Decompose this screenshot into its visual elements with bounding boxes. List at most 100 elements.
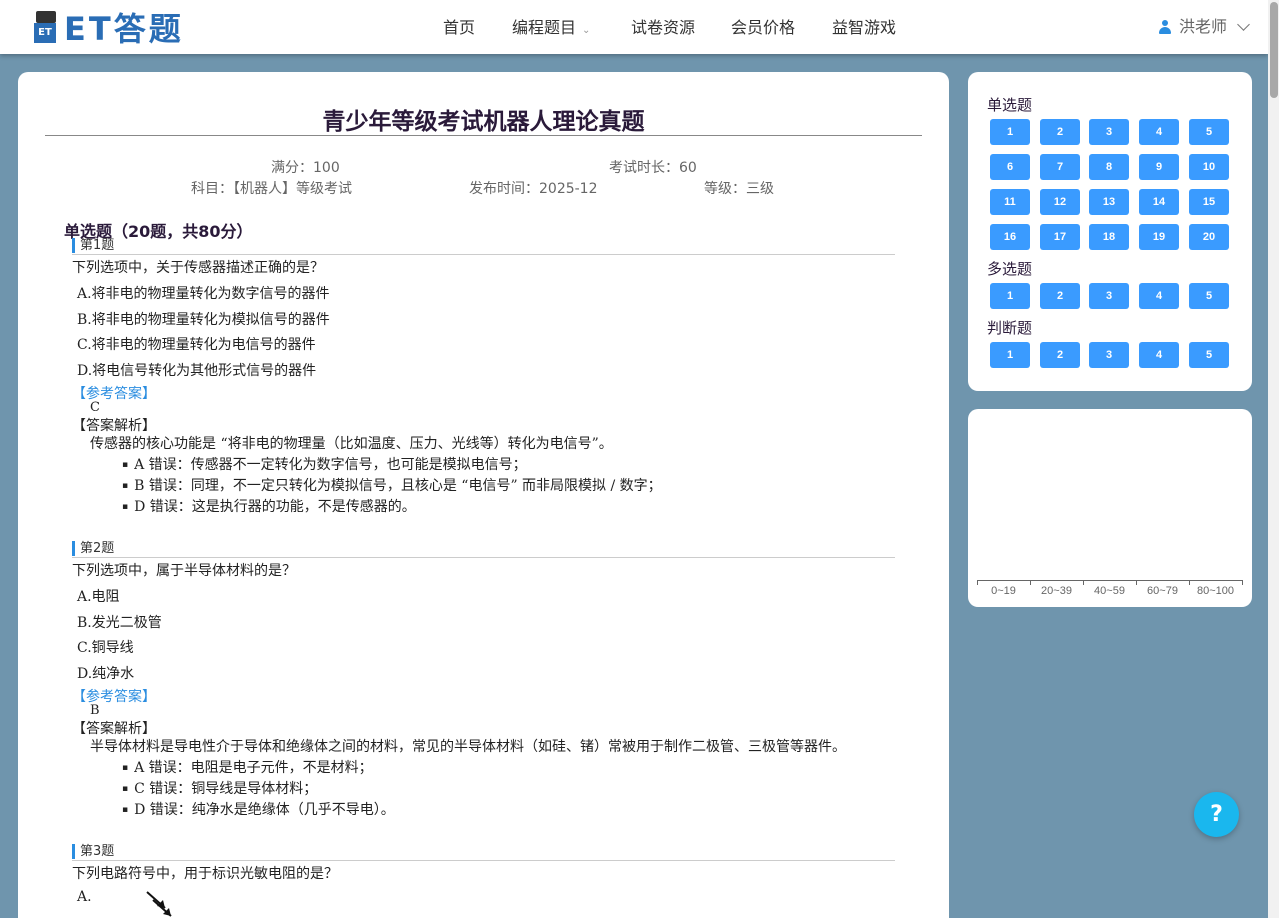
question-nav-button[interactable]: 7 xyxy=(1040,154,1080,180)
logo-text: ET答题 xyxy=(64,10,184,48)
photoresistor-symbol-icon xyxy=(146,891,172,917)
answer-value: C xyxy=(90,400,100,415)
question-nav-button[interactable]: 14 xyxy=(1139,189,1179,215)
question-nav-button[interactable]: 12 xyxy=(1040,189,1080,215)
answer-label: 【参考答案】 xyxy=(72,386,156,402)
x-axis xyxy=(977,580,1243,581)
top-navbar: ET ET答题 首页 编程题目 ⌄ 试卷资源 会员价格 益智游戏 洪老师 xyxy=(0,0,1268,54)
question-stem: 下列选项中，关于传感器描述正确的是？ xyxy=(72,260,324,276)
help-button[interactable]: ? xyxy=(1194,792,1239,837)
analysis-label: 【答案解析】 xyxy=(72,418,156,434)
option-d: D.将电信号转化为其他形式信号的器件 xyxy=(77,363,317,379)
nav-games[interactable]: 益智游戏 xyxy=(832,0,896,54)
question-nav-button[interactable]: 13 xyxy=(1089,189,1129,215)
question-nav-button[interactable]: 16 xyxy=(990,224,1030,250)
full-score: 满分：100 xyxy=(271,160,340,176)
scrollbar[interactable] xyxy=(1268,0,1279,918)
question-nav-button[interactable]: 5 xyxy=(1189,283,1229,309)
question-nav-button[interactable]: 19 xyxy=(1139,224,1179,250)
question-nav-button[interactable]: 5 xyxy=(1189,119,1229,145)
x-tick-label: 20~39 xyxy=(1041,585,1072,597)
question-nav-button[interactable]: 4 xyxy=(1139,342,1179,368)
nav-home[interactable]: 首页 xyxy=(443,0,475,54)
option-a: A.将非电的物理量转化为数字信号的器件 xyxy=(77,286,330,302)
group-label-judge: 判断题 xyxy=(987,319,1033,337)
question-nav-button[interactable]: 20 xyxy=(1189,224,1229,250)
question-nav-button[interactable]: 1 xyxy=(990,119,1030,145)
nav-papers[interactable]: 试卷资源 xyxy=(631,0,695,54)
question-label: 第2题 xyxy=(72,541,114,556)
question-navigator: 单选题 1 2 3 4 5 6 7 8 9 10 11 12 13 14 15 16 17 18 19 20 多选题 … xyxy=(968,72,1252,391)
question-divider xyxy=(72,860,895,861)
question-nav-button[interactable]: 1 xyxy=(990,283,1030,309)
nav-programming[interactable]: 编程题目 ⌄ xyxy=(512,0,590,54)
x-tick-label: 80~100 xyxy=(1196,585,1234,597)
question-nav-button[interactable]: 2 xyxy=(1040,119,1080,145)
page-title: 青少年等级考试机器人理论真题 xyxy=(322,109,645,135)
analysis-label: 【答案解析】 xyxy=(72,721,156,737)
analysis-point: C 错误：铜导线是导体材料； xyxy=(122,778,317,798)
option-a: A.电阻 xyxy=(77,589,120,605)
x-tick-label: 60~79 xyxy=(1147,585,1178,597)
score-chart-panel: 0~19 20~39 40~59 60~79 80~100 xyxy=(968,409,1252,607)
analysis-point: A 错误：电阻是电子元件，不是材料； xyxy=(122,757,373,777)
group-label-single: 单选题 xyxy=(987,96,1033,114)
question-nav-button[interactable]: 9 xyxy=(1139,154,1179,180)
analysis-point: B 错误：同理，不一定只转化为模拟信号，且核心是 “电信号” 而非局限模拟 / … xyxy=(122,475,662,495)
user-icon xyxy=(1158,20,1172,34)
option-d: D.纯净水 xyxy=(77,666,135,682)
option-c: C.铜导线 xyxy=(77,640,134,656)
question-nav-button[interactable]: 4 xyxy=(1139,283,1179,309)
question-nav-button[interactable]: 1 xyxy=(990,342,1030,368)
question-stem: 下列电路符号中，用于标识光敏电阻的是？ xyxy=(72,866,338,882)
logo[interactable]: ET ET答题 xyxy=(34,9,184,48)
user-name: 洪老师 xyxy=(1179,17,1228,36)
option-b: B.将非电的物理量转化为模拟信号的器件 xyxy=(77,312,330,328)
question-nav-button[interactable]: 18 xyxy=(1089,224,1129,250)
x-tick-label: 40~59 xyxy=(1094,585,1125,597)
question-nav-button[interactable]: 4 xyxy=(1139,119,1179,145)
analysis-point: D 错误：这是执行器的功能，不是传感器的。 xyxy=(122,496,416,516)
chevron-down-icon xyxy=(1237,17,1250,31)
question-nav-button[interactable]: 8 xyxy=(1089,154,1129,180)
question-nav-button[interactable]: 10 xyxy=(1189,154,1229,180)
question-stem: 下列选项中，属于半导体材料的是？ xyxy=(72,563,296,579)
title-divider xyxy=(45,135,922,136)
question-nav-button[interactable]: 6 xyxy=(990,154,1030,180)
chevron-down-icon: ⌄ xyxy=(582,25,591,36)
analysis-text: 半导体材料是导电性介于导体和绝缘体之间的材料，常见的半导体材料（如硅、锗）常被用… xyxy=(90,739,846,755)
question-nav-button[interactable]: 2 xyxy=(1040,342,1080,368)
question-nav-button[interactable]: 3 xyxy=(1089,342,1129,368)
exam-subject: 科目：【机器人】等级考试 xyxy=(191,181,352,197)
nav-pricing[interactable]: 会员价格 xyxy=(731,0,795,54)
group-label-multi: 多选题 xyxy=(987,260,1033,278)
publish-time: 发布时间：2025-12 xyxy=(469,181,598,197)
option-c: C.将非电的物理量转化为电信号的器件 xyxy=(77,337,316,353)
question-nav-button[interactable]: 11 xyxy=(990,189,1030,215)
x-tick-label: 0~19 xyxy=(991,585,1016,597)
question-divider xyxy=(72,557,895,558)
question-divider xyxy=(72,254,895,255)
question-label: 第3题 xyxy=(72,844,114,859)
answer-label: 【参考答案】 xyxy=(72,689,156,705)
question-nav-button[interactable]: 17 xyxy=(1040,224,1080,250)
analysis-point: D 错误：纯净水是绝缘体（几乎不导电）。 xyxy=(122,799,395,819)
option-b: B.发光二极管 xyxy=(77,615,162,631)
nav-programming-label: 编程题目 xyxy=(512,18,577,37)
user-menu[interactable]: 洪老师 xyxy=(1158,0,1250,54)
question-nav-button[interactable]: 5 xyxy=(1189,342,1229,368)
x-axis-tick xyxy=(1242,580,1243,585)
question-nav-button[interactable]: 15 xyxy=(1189,189,1229,215)
question-label: 第1题 xyxy=(72,238,114,253)
answer-value: B xyxy=(90,703,100,718)
question-nav-button[interactable]: 3 xyxy=(1089,283,1129,309)
question-nav-button[interactable]: 3 xyxy=(1089,119,1129,145)
question-nav-button[interactable]: 2 xyxy=(1040,283,1080,309)
option-a: A. xyxy=(77,889,92,905)
exam-paper: 青少年等级考试机器人理论真题 满分：100 考试时长：60 科目：【机器人】等级… xyxy=(18,72,949,918)
exam-duration: 考试时长：60 xyxy=(609,160,697,176)
scrollbar-thumb[interactable] xyxy=(1270,2,1278,98)
exam-level: 等级：三级 xyxy=(704,181,774,197)
analysis-text: 传感器的核心功能是 “将非电的物理量（比如温度、压力、光线等）转化为电信号”。 xyxy=(90,436,613,452)
analysis-point: A 错误：传感器不一定转化为数字信号，也可能是模拟电信号； xyxy=(122,454,527,474)
